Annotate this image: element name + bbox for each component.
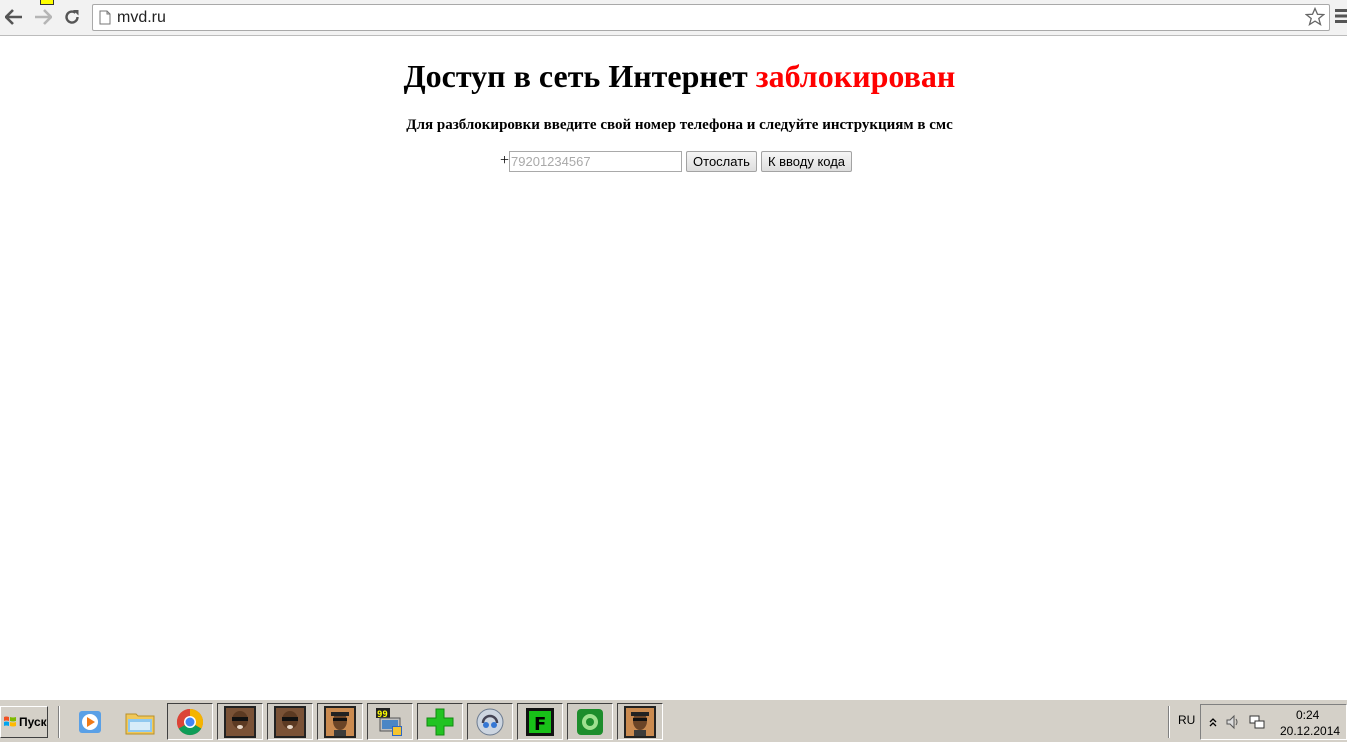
phone-prefix: +	[500, 152, 510, 169]
page-title: Доступ в сеть Интернет заблокирован	[0, 58, 1347, 95]
taskbar-app-gta-3[interactable]	[317, 703, 363, 740]
code-entry-button[interactable]: К вводу кода	[760, 150, 853, 172]
svg-text:F: F	[534, 714, 546, 735]
gta-sa-character-icon-1	[224, 705, 256, 738]
clock-time[interactable]: 0:24	[1296, 708, 1319, 722]
chevron-up-icon[interactable]	[1209, 717, 1217, 727]
language-indicator[interactable]: RU	[1178, 713, 1195, 727]
phone-form: + Отослать К вводу кода	[500, 150, 853, 172]
speaker-icon[interactable]	[1225, 714, 1241, 730]
back-arrow-icon	[5, 9, 22, 25]
taskbar-app-gta-1[interactable]	[217, 703, 263, 740]
taskbar-separator-right	[1168, 706, 1170, 738]
taskbar-app-chrome[interactable]	[167, 703, 213, 740]
title-highlight: заблокирован	[755, 58, 956, 94]
start-label: Пуск	[19, 715, 47, 729]
chrome-icon	[176, 708, 204, 735]
media-player-icon	[79, 710, 101, 733]
forward-button[interactable]	[31, 5, 55, 29]
taskbar-app-gta-2[interactable]	[267, 703, 313, 740]
title-main: Доступ в сеть Интернет	[403, 58, 756, 94]
gta-sa-character-icon-3	[324, 705, 356, 738]
taskbar-app-teamspeak[interactable]	[467, 703, 513, 740]
green-f-icon: F	[526, 707, 554, 736]
taskbar: Пуск 99 F RU 0:24 20.12.2014	[0, 699, 1347, 742]
forward-arrow-icon	[35, 9, 52, 25]
send-button[interactable]: Отослать	[686, 150, 757, 172]
browser-toolbar: mvd.ru	[0, 0, 1347, 36]
taskbar-app-explorer[interactable]	[117, 703, 163, 740]
star-icon[interactable]	[1305, 7, 1325, 27]
reload-icon	[65, 10, 79, 24]
file-explorer-icon	[125, 713, 155, 734]
taskbar-app-media-player[interactable]	[67, 703, 113, 740]
taskbar-app-computer[interactable]: 99	[367, 703, 413, 740]
gta-sa-character-icon-4	[624, 705, 656, 738]
computer-99-icon: 99	[376, 707, 402, 736]
taskbar-separator	[58, 706, 60, 738]
gta-sa-character-icon-2	[274, 705, 306, 738]
back-button[interactable]	[2, 5, 26, 29]
page-icon	[99, 10, 111, 25]
page-content: Доступ в сеть Интернет заблокирован Для …	[0, 37, 1347, 699]
windows-logo-icon	[4, 716, 16, 727]
url-text: mvd.ru	[117, 9, 166, 26]
phone-input[interactable]	[509, 150, 683, 172]
green-plus-icon	[426, 708, 454, 735]
reload-button[interactable]	[60, 5, 84, 29]
hamburger-menu-icon[interactable]	[1335, 9, 1347, 23]
taskbar-app-f[interactable]: F	[517, 703, 563, 740]
taskbar-app-green-square[interactable]	[567, 703, 613, 740]
start-button[interactable]: Пуск	[0, 706, 48, 738]
taskbar-app-plus[interactable]	[417, 703, 463, 740]
address-bar[interactable]: mvd.ru	[92, 4, 1330, 31]
clock-date[interactable]: 20.12.2014	[1280, 724, 1340, 738]
network-icon[interactable]	[1249, 714, 1265, 730]
page-subtitle: Для разблокировки введите свой номер тел…	[406, 117, 953, 133]
taskbar-app-gta-4[interactable]	[617, 703, 663, 740]
green-square-app-icon	[577, 708, 603, 735]
teamspeak-icon	[476, 708, 504, 735]
